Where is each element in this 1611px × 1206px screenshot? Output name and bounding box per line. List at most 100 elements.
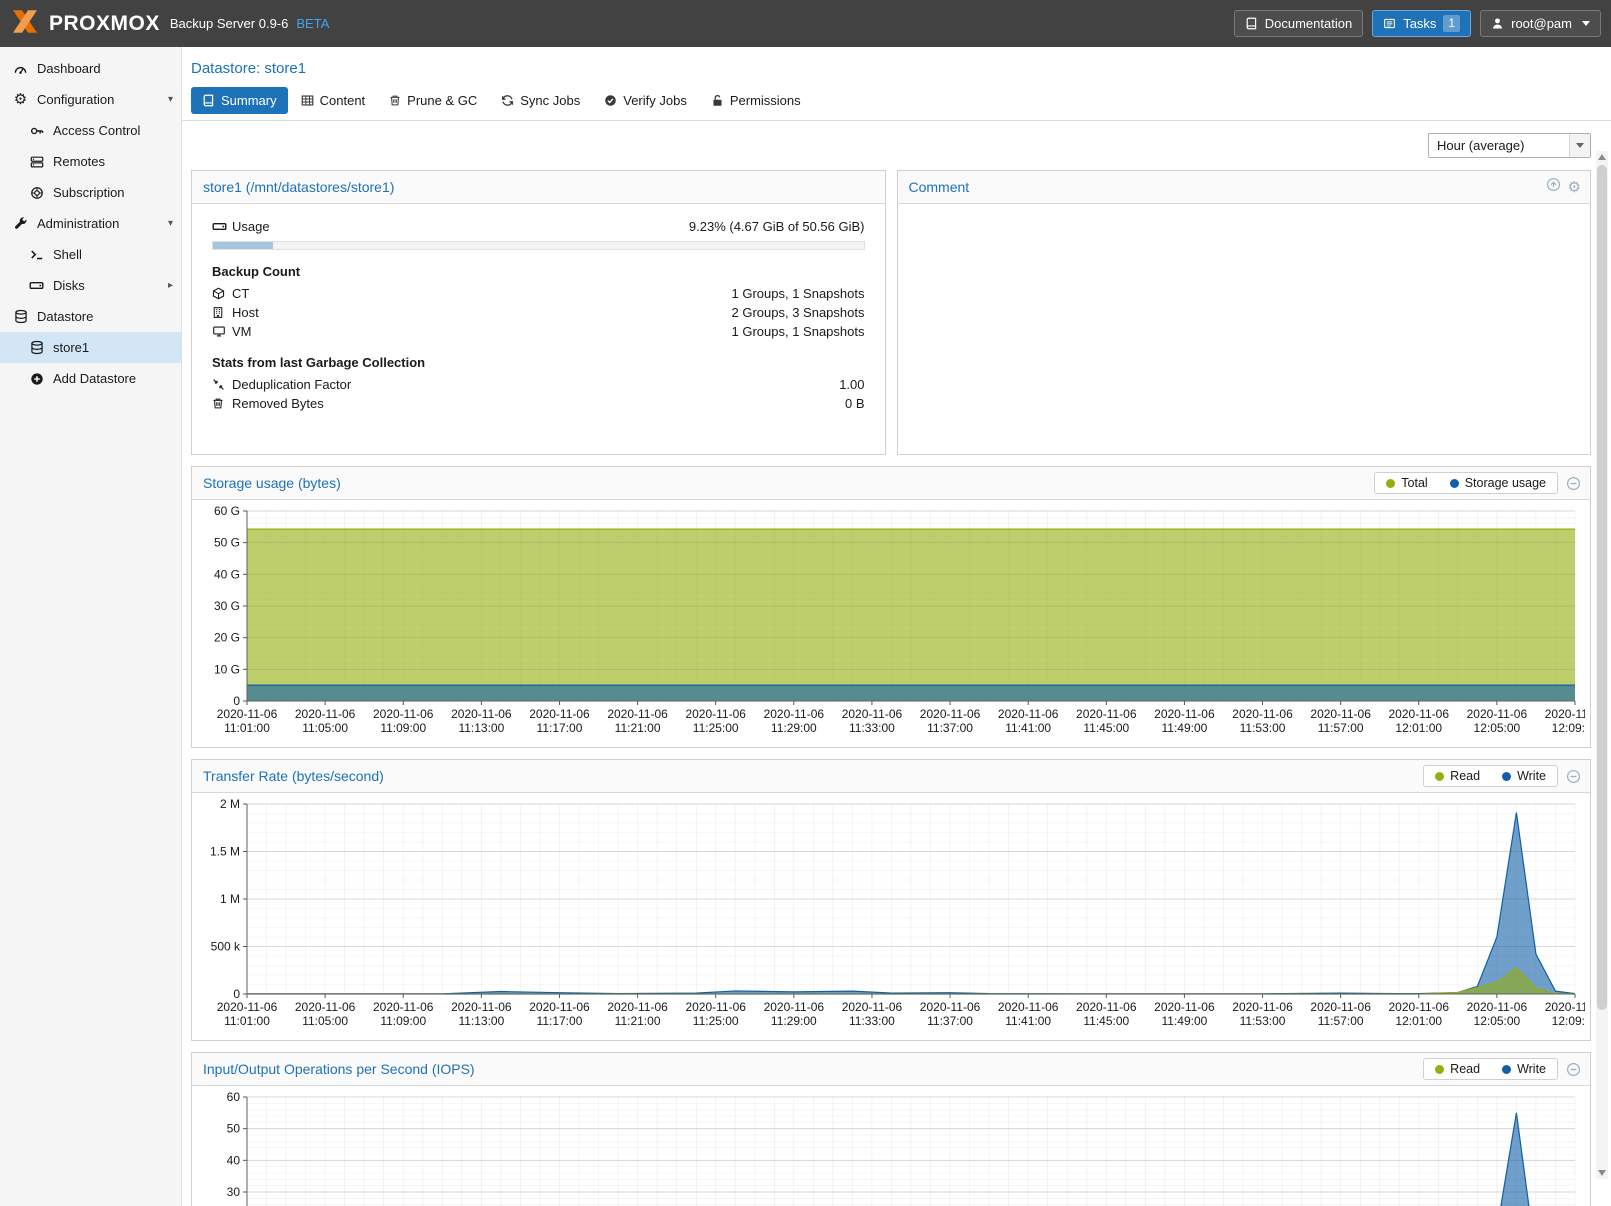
sidebar-item-dashboard[interactable]: Dashboard (0, 53, 181, 84)
svg-text:2020-11-06: 2020-11-06 (1154, 1000, 1215, 1014)
sidebar-item-access-control[interactable]: Access Control (0, 115, 181, 146)
legend-label: Total (1401, 476, 1427, 490)
backup-count-heading: Backup Count (212, 264, 865, 279)
beta-link[interactable]: BETA (296, 16, 329, 31)
sidebar-item-store1[interactable]: store1 (0, 332, 181, 363)
sidebar-item-add-datastore[interactable]: Add Datastore (0, 363, 181, 394)
user-menu-button[interactable]: root@pam (1480, 10, 1601, 37)
svg-text:2 M: 2 M (220, 797, 240, 811)
sidebar-item-label: Configuration (37, 92, 114, 107)
legend-item-write[interactable]: Write (1491, 1059, 1557, 1079)
storage-usage-chart-panel: Storage usage (bytes) Total Storage usag… (191, 466, 1591, 748)
documentation-button[interactable]: Documentation (1234, 10, 1363, 37)
tab-summary[interactable]: Summary (191, 87, 288, 114)
sidebar-item-remotes[interactable]: Remotes (0, 146, 181, 177)
page-title: Datastore: store1 (191, 60, 1611, 77)
scroll-down-arrow-icon[interactable] (1598, 1170, 1606, 1176)
svg-text:60: 60 (227, 1090, 241, 1104)
gear-icon[interactable]: ⚙ (1568, 178, 1581, 196)
collapse-caret-icon[interactable]: ▾ (168, 218, 173, 229)
expand-caret-icon[interactable]: ▸ (168, 280, 173, 291)
brand-name: PROXMOX (49, 12, 160, 36)
legend-item-write[interactable]: Write (1491, 766, 1557, 786)
svg-text:30: 30 (227, 1185, 241, 1199)
tab-verify-jobs[interactable]: Verify Jobs (593, 87, 698, 114)
collapse-chart-icon[interactable] (1566, 1062, 1581, 1077)
vm-row: VM 1 Groups, 1 Snapshots (212, 322, 865, 341)
tab-sync-jobs[interactable]: Sync Jobs (490, 87, 591, 114)
svg-text:50 G: 50 G (214, 536, 240, 550)
collapse-chart-icon[interactable] (1566, 476, 1581, 491)
sidebar-item-disks[interactable]: Disks ▸ (0, 270, 181, 301)
sidebar-item-subscription[interactable]: Subscription (0, 177, 181, 208)
svg-text:10 G: 10 G (214, 662, 240, 676)
legend-item-total[interactable]: Total (1375, 473, 1438, 493)
book-icon (1245, 17, 1258, 30)
svg-text:2020-11-06: 2020-11-06 (1076, 1000, 1137, 1014)
hdd-icon (28, 278, 45, 293)
user-label: root@pam (1511, 16, 1572, 31)
comment-body[interactable] (898, 204, 1591, 454)
svg-text:11:25:00: 11:25:00 (693, 721, 739, 735)
tab-content[interactable]: Content (290, 87, 377, 114)
legend-item-storage-usage[interactable]: Storage usage (1439, 473, 1557, 493)
support-icon (28, 186, 45, 200)
svg-text:11:29:00: 11:29:00 (771, 721, 817, 735)
svg-text:2020-11-06: 2020-11-06 (1389, 1000, 1450, 1014)
dedup-value: 1.00 (839, 377, 864, 392)
sidebar-item-configuration[interactable]: ⚙ Configuration ▾ (0, 84, 181, 115)
svg-text:50: 50 (227, 1122, 241, 1136)
svg-text:2020-11-06: 2020-11-06 (607, 707, 668, 721)
tab-bar: Summary Content Prune & GC Sync Jobs (182, 83, 1611, 121)
host-label: Host (232, 305, 259, 320)
iops-chart-legend: Read Write (1423, 1058, 1558, 1080)
chevron-down-icon (1576, 143, 1584, 148)
sidebar-item-administration[interactable]: Administration ▾ (0, 208, 181, 239)
time-range-select[interactable]: Hour (average) (1428, 133, 1591, 158)
usage-progress-bar (212, 241, 865, 250)
legend-item-read[interactable]: Read (1424, 766, 1491, 786)
svg-text:11:45:00: 11:45:00 (1083, 1014, 1129, 1028)
svg-text:0: 0 (233, 987, 240, 1001)
removed-bytes-label: Removed Bytes (232, 396, 324, 411)
scrollbar-thumb[interactable] (1597, 165, 1607, 1010)
storage-chart-legend: Total Storage usage (1374, 472, 1558, 494)
gears-icon: ⚙ (12, 92, 29, 107)
tab-prune-gc[interactable]: Prune & GC (378, 87, 488, 114)
legend-item-read[interactable]: Read (1424, 1059, 1491, 1079)
scroll-up-arrow-icon[interactable] (1598, 154, 1606, 160)
database-icon (12, 309, 29, 324)
vertical-scrollbar[interactable] (1596, 151, 1608, 1179)
tab-permissions[interactable]: Permissions (700, 87, 812, 114)
proxmox-brand[interactable]: PROXMOX (10, 8, 160, 40)
collapse-caret-icon[interactable]: ▾ (168, 94, 173, 105)
svg-text:30 G: 30 G (214, 599, 240, 613)
arrow-circle-icon[interactable] (1546, 177, 1561, 197)
svg-text:11:05:00: 11:05:00 (302, 721, 348, 735)
gc-stats-heading: Stats from last Garbage Collection (212, 355, 865, 370)
server-list-icon (28, 155, 45, 169)
storage-usage-chart: 010 G20 G30 G40 G50 G60 G2020-11-0611:01… (197, 503, 1585, 741)
tasks-button[interactable]: Tasks 1 (1372, 10, 1471, 37)
select-trigger[interactable] (1569, 134, 1590, 157)
cube-icon (212, 287, 232, 300)
sidebar-item-label: store1 (53, 340, 89, 355)
svg-text:11:21:00: 11:21:00 (615, 1014, 661, 1028)
svg-text:2020-11-06: 2020-11-06 (842, 707, 903, 721)
sidebar-item-shell[interactable]: Shell (0, 239, 181, 270)
iops-chart-title: Input/Output Operations per Second (IOPS… (203, 1061, 475, 1077)
svg-text:2020-11-06: 2020-11-06 (685, 1000, 746, 1014)
svg-text:40 G: 40 G (214, 567, 240, 581)
removed-bytes-row: Removed Bytes 0 B (212, 394, 865, 413)
svg-text:11:37:00: 11:37:00 (927, 721, 973, 735)
collapse-chart-icon[interactable] (1566, 769, 1581, 784)
sidebar-item-datastore[interactable]: Datastore (0, 301, 181, 332)
terminal-icon (28, 248, 45, 262)
svg-text:2020-11-06: 2020-11-06 (842, 1000, 903, 1014)
top-bar: PROXMOX Backup Server 0.9-6 BETA Documen… (0, 0, 1611, 47)
svg-text:11:09:00: 11:09:00 (380, 1014, 426, 1028)
dedup-label: Deduplication Factor (232, 377, 351, 392)
svg-text:2020-11-06: 2020-11-06 (295, 707, 356, 721)
tab-label: Sync Jobs (520, 93, 580, 108)
legend-dot (1435, 1065, 1444, 1074)
